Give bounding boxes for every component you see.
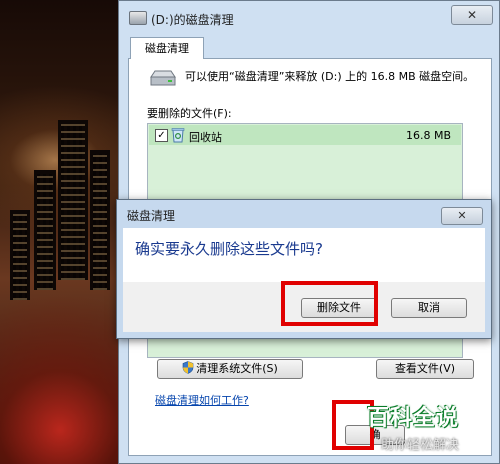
city-tower — [34, 170, 56, 290]
city-tower — [58, 120, 88, 280]
dialog-question: 确实要永久删除这些文件吗? — [135, 240, 323, 258]
window-title: (D:)的磁盘清理 — [151, 13, 234, 27]
file-name: 回收站 — [189, 131, 222, 144]
watermark-logo: 百科全说 — [367, 406, 460, 431]
city-tower — [10, 210, 30, 300]
dialog-body: 确实要永久删除这些文件吗? — [123, 228, 485, 282]
list-item[interactable]: ✓ 回收站 16.8 MB — [149, 125, 461, 145]
files-to-delete-label: 要删除的文件(F): — [147, 107, 232, 120]
help-link[interactable]: 磁盘清理如何工作? — [155, 392, 249, 408]
file-size: 16.8 MB — [405, 129, 451, 142]
watermark-slogan: 助你轻松解决 — [381, 438, 460, 453]
clean-system-files-button[interactable]: 清理系统文件(S) — [157, 359, 303, 379]
cleanup-description: 可以使用“磁盘清理”来释放 (D:) 上的 16.8 MB 磁盘空间。 — [185, 70, 475, 83]
close-button[interactable]: ✕ — [451, 5, 493, 25]
dialog-close-button[interactable]: ✕ — [441, 207, 483, 225]
clean-system-files-label: 清理系统文件(S) — [196, 362, 278, 375]
window-titlebar[interactable]: (D:)的磁盘清理 ✕ — [119, 1, 499, 35]
delete-highlight-box — [281, 281, 378, 326]
drive-icon — [129, 11, 147, 25]
watermark: 百科全说 助你轻松解决 — [367, 400, 497, 456]
recycle-bin-checkbox[interactable]: ✓ — [155, 129, 168, 142]
uac-shield-icon — [182, 361, 194, 374]
view-files-button[interactable]: 查看文件(V) — [376, 359, 474, 379]
dialog-title: 磁盘清理 — [127, 209, 176, 223]
tab-disk-cleanup[interactable]: 磁盘清理 — [130, 37, 204, 59]
recycle-bin-icon — [171, 128, 185, 143]
cancel-button[interactable]: 取消 — [391, 298, 467, 318]
hard-drive-icon — [150, 70, 176, 86]
city-tower — [90, 150, 110, 290]
